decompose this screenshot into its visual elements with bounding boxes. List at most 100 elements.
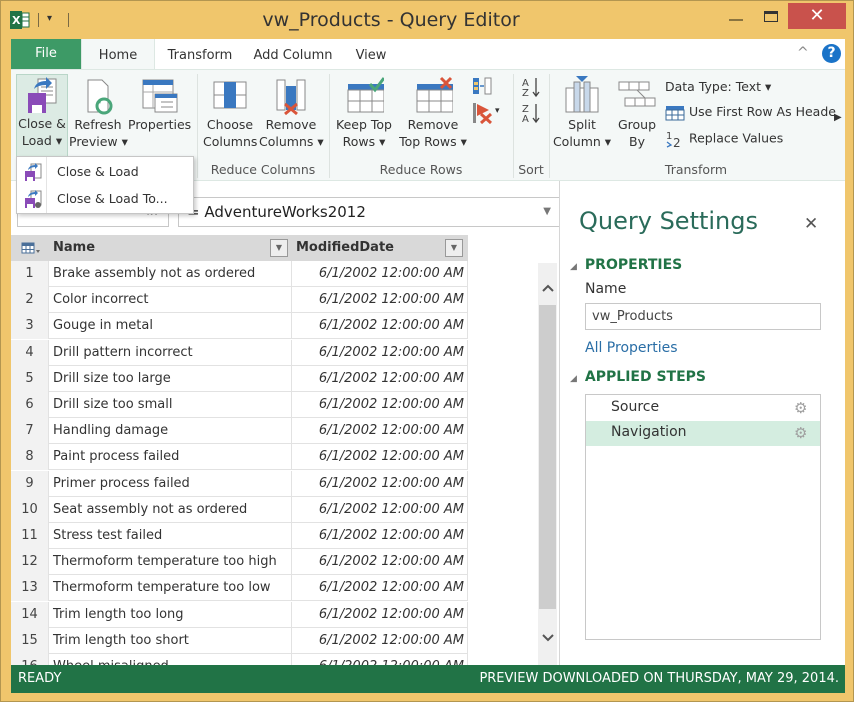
cell-name[interactable]: Gouge in metal — [49, 313, 292, 340]
table-row[interactable]: 1 Brake assembly not as ordered 6/1/2002 1… — [11, 261, 468, 287]
tab-file[interactable]: File — [11, 39, 81, 69]
column-header-modifieddate[interactable]: ModifiedDate — [292, 235, 468, 261]
table-row[interactable]: 5 Drill size too large 6/1/2002 12:00:00 A… — [11, 365, 468, 392]
table-row[interactable]: 10 Seat assembly not as ordered 6/1/2002 1… — [11, 496, 468, 523]
cell-name[interactable]: Color incorrect — [49, 287, 292, 314]
cell-name[interactable]: Thermoform temperature too low — [49, 575, 292, 602]
choose-columns-button[interactable]: Choose Columns — [203, 76, 257, 150]
row-number[interactable]: 13 — [11, 575, 49, 602]
use-first-row-as-headers-button[interactable]: Use First Row As Heade — [665, 104, 836, 121]
collapse-ribbon-icon[interactable]: ^ — [797, 45, 809, 61]
cell-modified-date[interactable]: 6/1/2002 12:00:00 AM — [292, 549, 468, 576]
row-number[interactable]: 9 — [11, 470, 49, 497]
table-row[interactable]: 11 Stress test failed 6/1/2002 12:00:00 AM — [11, 523, 468, 549]
row-number[interactable]: 12 — [11, 549, 49, 576]
table-row[interactable]: 13 Thermoform temperature too low 6/1/2002… — [11, 575, 468, 602]
row-number[interactable]: 11 — [11, 523, 49, 549]
row-number[interactable]: 3 — [11, 313, 49, 340]
replace-values-button[interactable]: 1 2 Replace Values — [665, 130, 783, 151]
cell-name[interactable]: Trim length too long — [49, 601, 292, 628]
filter-dropdown-icon[interactable]: ▼ — [445, 239, 463, 257]
cell-name[interactable]: Seat assembly not as ordered — [49, 496, 292, 523]
formula-bar[interactable]: = AdventureWorks2012 ▼ — [178, 197, 562, 227]
sort-ascending-icon[interactable]: A Z — [521, 76, 541, 98]
help-icon[interactable]: ? — [822, 44, 841, 63]
table-row[interactable]: 6 Drill size too small 6/1/2002 12:00:00 A… — [11, 392, 468, 418]
group-by-button[interactable]: Group By — [615, 76, 659, 150]
row-number[interactable]: 6 — [11, 392, 49, 418]
cell-name[interactable]: Paint process failed — [49, 444, 292, 471]
sort-descending-icon[interactable]: Z A — [521, 102, 541, 124]
cell-modified-date[interactable]: 6/1/2002 12:00:00 AM — [292, 496, 468, 523]
menu-item-close-and-load-to[interactable]: Close & Load To... — [17, 185, 193, 212]
table-menu-icon[interactable] — [11, 235, 49, 261]
table-row[interactable]: 14 Trim length too long 6/1/2002 12:00:00 … — [11, 601, 468, 628]
tab-add-column[interactable]: Add Column — [243, 39, 343, 69]
properties-section-header[interactable]: ◢ PROPERTIES — [570, 257, 682, 273]
keep-top-rows-button[interactable]: Keep Top Rows ▾ — [331, 76, 397, 150]
table-row[interactable]: 12 Thermoform temperature too high 6/1/200… — [11, 549, 468, 576]
cell-name[interactable]: Trim length too short — [49, 627, 292, 654]
cell-name[interactable]: Drill size too large — [49, 365, 292, 392]
split-column-button[interactable]: Split Column ▾ — [551, 76, 613, 150]
row-number[interactable]: 10 — [11, 496, 49, 523]
cell-name[interactable]: Stress test failed — [49, 523, 292, 549]
row-number[interactable]: 8 — [11, 444, 49, 471]
table-row[interactable]: 9 Primer process failed 6/1/2002 12:00:00 … — [11, 470, 468, 497]
data-type-dropdown[interactable]: Data Type: Text ▾ — [665, 79, 771, 94]
scrollbar-thumb[interactable] — [539, 305, 556, 609]
gear-icon[interactable]: ⚙ — [794, 399, 807, 417]
tab-view[interactable]: View — [343, 39, 399, 69]
close-and-load-button[interactable]: Close & Load ▾ — [16, 74, 68, 158]
cell-modified-date[interactable]: 6/1/2002 12:00:00 AM — [292, 418, 468, 445]
tab-transform[interactable]: Transform — [157, 39, 243, 69]
table-row[interactable]: 4 Drill pattern incorrect 6/1/2002 12:00:0… — [11, 339, 468, 366]
cell-modified-date[interactable]: 6/1/2002 12:00:00 AM — [292, 523, 468, 549]
row-number[interactable]: 4 — [11, 339, 49, 366]
scroll-down-icon[interactable] — [538, 623, 557, 653]
step-source[interactable]: Source ⚙ — [586, 396, 820, 421]
formula-text[interactable]: = AdventureWorks2012 — [187, 203, 366, 221]
cell-modified-date[interactable]: 6/1/2002 12:00:00 AM — [292, 313, 468, 340]
table-row[interactable]: 7 Handling damage 6/1/2002 12:00:00 AM — [11, 418, 468, 445]
cell-modified-date[interactable]: 6/1/2002 12:00:00 AM — [292, 470, 468, 497]
all-properties-link[interactable]: All Properties — [585, 340, 678, 356]
close-pane-icon[interactable]: ✕ — [804, 214, 818, 234]
scroll-up-icon[interactable] — [538, 273, 557, 303]
cell-modified-date[interactable]: 6/1/2002 12:00:00 AM — [292, 365, 468, 392]
vertical-scrollbar[interactable] — [538, 263, 557, 665]
cell-modified-date[interactable]: 6/1/2002 12:00:00 AM — [292, 261, 468, 287]
column-header-name[interactable]: Name — [49, 235, 292, 261]
remove-columns-button[interactable]: Remove Columns ▾ — [259, 76, 324, 150]
cell-name[interactable]: Brake assembly not as ordered — [49, 261, 292, 287]
row-number[interactable]: 7 — [11, 418, 49, 445]
ribbon-scroll-right-button[interactable]: ▶ — [834, 112, 842, 123]
gear-icon[interactable]: ⚙ — [794, 424, 807, 442]
cell-modified-date[interactable]: 6/1/2002 12:00:00 AM — [292, 339, 468, 366]
remove-rows-dropdown[interactable]: ▾ — [495, 106, 500, 116]
step-navigation[interactable]: Navigation ⚙ — [586, 421, 820, 446]
remove-duplicates-icon[interactable] — [471, 76, 493, 96]
table-row[interactable]: 3 Gouge in metal 6/1/2002 12:00:00 AM — [11, 313, 468, 340]
cell-modified-date[interactable]: 6/1/2002 12:00:00 AM — [292, 444, 468, 471]
close-window-button[interactable]: ✕ — [788, 3, 846, 29]
table-row[interactable]: 2 Color incorrect 6/1/2002 12:00:00 AM — [11, 287, 468, 314]
formula-expand-icon[interactable]: ▼ — [543, 206, 551, 217]
row-number[interactable]: 15 — [11, 627, 49, 654]
tab-home[interactable]: Home — [81, 39, 155, 69]
applied-steps-section-header[interactable]: ◢ APPLIED STEPS — [570, 369, 706, 385]
row-number[interactable]: 5 — [11, 365, 49, 392]
cell-name[interactable]: Handling damage — [49, 418, 292, 445]
cell-name[interactable]: Drill pattern incorrect — [49, 339, 292, 366]
table-row[interactable]: 8 Paint process failed 6/1/2002 12:00:00 A… — [11, 444, 468, 471]
minimize-button[interactable] — [729, 19, 743, 21]
cell-modified-date[interactable]: 6/1/2002 12:00:00 AM — [292, 575, 468, 602]
cell-modified-date[interactable]: 6/1/2002 12:00:00 AM — [292, 627, 468, 654]
cell-modified-date[interactable]: 6/1/2002 12:00:00 AM — [292, 392, 468, 418]
cell-name[interactable]: Primer process failed — [49, 470, 292, 497]
row-number[interactable]: 2 — [11, 287, 49, 314]
filter-dropdown-icon[interactable]: ▼ — [270, 239, 288, 257]
table-row[interactable]: 15 Trim length too short 6/1/2002 12:00:00… — [11, 627, 468, 654]
query-name-input[interactable] — [585, 303, 821, 330]
cell-name[interactable]: Thermoform temperature too high — [49, 549, 292, 576]
